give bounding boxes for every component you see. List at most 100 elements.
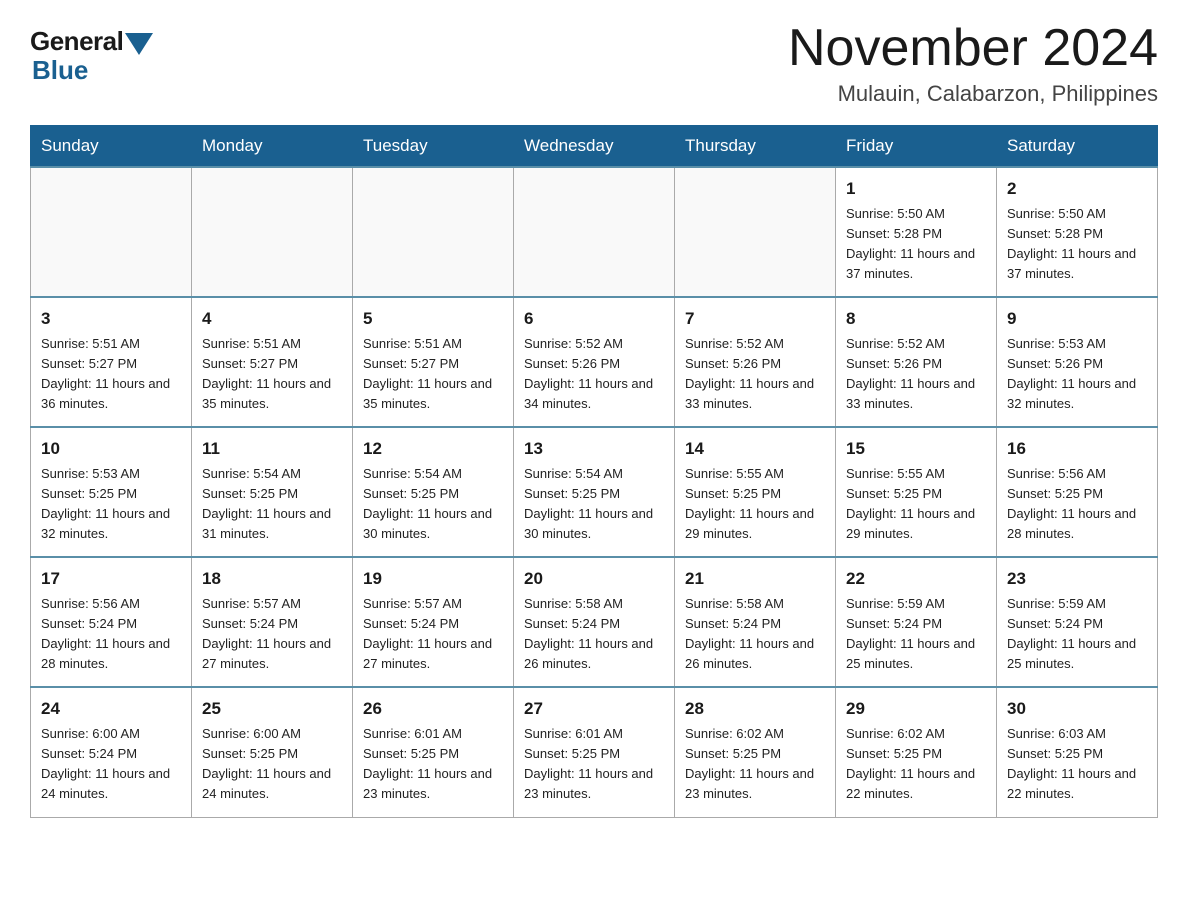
logo-blue-text: Blue [32, 55, 88, 86]
day-number: 19 [363, 566, 503, 592]
title-block: November 2024 Mulauin, Calabarzon, Phili… [788, 20, 1158, 107]
day-info: Sunrise: 5:51 AM Sunset: 5:27 PM Dayligh… [41, 334, 181, 415]
day-number: 20 [524, 566, 664, 592]
calendar-cell [31, 167, 192, 297]
day-number: 6 [524, 306, 664, 332]
day-of-week-header: Wednesday [514, 126, 675, 168]
day-number: 24 [41, 696, 181, 722]
day-number: 29 [846, 696, 986, 722]
calendar-title: November 2024 [788, 20, 1158, 77]
calendar-cell: 25Sunrise: 6:00 AM Sunset: 5:25 PM Dayli… [192, 687, 353, 817]
day-info: Sunrise: 5:57 AM Sunset: 5:24 PM Dayligh… [202, 594, 342, 675]
day-number: 17 [41, 566, 181, 592]
day-number: 1 [846, 176, 986, 202]
day-of-week-header: Sunday [31, 126, 192, 168]
day-number: 30 [1007, 696, 1147, 722]
day-info: Sunrise: 5:59 AM Sunset: 5:24 PM Dayligh… [846, 594, 986, 675]
calendar-cell: 2Sunrise: 5:50 AM Sunset: 5:28 PM Daylig… [997, 167, 1158, 297]
day-number: 14 [685, 436, 825, 462]
calendar-cell: 1Sunrise: 5:50 AM Sunset: 5:28 PM Daylig… [836, 167, 997, 297]
day-of-week-header: Tuesday [353, 126, 514, 168]
calendar-cell: 19Sunrise: 5:57 AM Sunset: 5:24 PM Dayli… [353, 557, 514, 687]
calendar-cell: 28Sunrise: 6:02 AM Sunset: 5:25 PM Dayli… [675, 687, 836, 817]
day-info: Sunrise: 6:03 AM Sunset: 5:25 PM Dayligh… [1007, 724, 1147, 805]
calendar-cell: 4Sunrise: 5:51 AM Sunset: 5:27 PM Daylig… [192, 297, 353, 427]
week-row: 1Sunrise: 5:50 AM Sunset: 5:28 PM Daylig… [31, 167, 1158, 297]
calendar-cell: 10Sunrise: 5:53 AM Sunset: 5:25 PM Dayli… [31, 427, 192, 557]
day-info: Sunrise: 5:52 AM Sunset: 5:26 PM Dayligh… [685, 334, 825, 415]
day-info: Sunrise: 5:50 AM Sunset: 5:28 PM Dayligh… [1007, 204, 1147, 285]
day-info: Sunrise: 5:52 AM Sunset: 5:26 PM Dayligh… [524, 334, 664, 415]
day-number: 5 [363, 306, 503, 332]
day-info: Sunrise: 5:55 AM Sunset: 5:25 PM Dayligh… [685, 464, 825, 545]
calendar-cell: 20Sunrise: 5:58 AM Sunset: 5:24 PM Dayli… [514, 557, 675, 687]
day-number: 18 [202, 566, 342, 592]
calendar-cell: 26Sunrise: 6:01 AM Sunset: 5:25 PM Dayli… [353, 687, 514, 817]
day-number: 23 [1007, 566, 1147, 592]
calendar-cell: 8Sunrise: 5:52 AM Sunset: 5:26 PM Daylig… [836, 297, 997, 427]
calendar-cell: 5Sunrise: 5:51 AM Sunset: 5:27 PM Daylig… [353, 297, 514, 427]
week-row: 17Sunrise: 5:56 AM Sunset: 5:24 PM Dayli… [31, 557, 1158, 687]
day-info: Sunrise: 6:01 AM Sunset: 5:25 PM Dayligh… [524, 724, 664, 805]
calendar-cell: 7Sunrise: 5:52 AM Sunset: 5:26 PM Daylig… [675, 297, 836, 427]
day-info: Sunrise: 5:54 AM Sunset: 5:25 PM Dayligh… [524, 464, 664, 545]
week-row: 24Sunrise: 6:00 AM Sunset: 5:24 PM Dayli… [31, 687, 1158, 817]
calendar-cell: 13Sunrise: 5:54 AM Sunset: 5:25 PM Dayli… [514, 427, 675, 557]
calendar-cell: 21Sunrise: 5:58 AM Sunset: 5:24 PM Dayli… [675, 557, 836, 687]
day-info: Sunrise: 6:02 AM Sunset: 5:25 PM Dayligh… [685, 724, 825, 805]
day-info: Sunrise: 6:00 AM Sunset: 5:25 PM Dayligh… [202, 724, 342, 805]
day-info: Sunrise: 5:54 AM Sunset: 5:25 PM Dayligh… [202, 464, 342, 545]
day-info: Sunrise: 5:53 AM Sunset: 5:25 PM Dayligh… [41, 464, 181, 545]
day-info: Sunrise: 5:56 AM Sunset: 5:24 PM Dayligh… [41, 594, 181, 675]
day-number: 9 [1007, 306, 1147, 332]
day-number: 10 [41, 436, 181, 462]
day-info: Sunrise: 6:02 AM Sunset: 5:25 PM Dayligh… [846, 724, 986, 805]
calendar-cell: 12Sunrise: 5:54 AM Sunset: 5:25 PM Dayli… [353, 427, 514, 557]
calendar-table: SundayMondayTuesdayWednesdayThursdayFrid… [30, 125, 1158, 817]
logo-general-text: General [30, 26, 123, 57]
calendar-cell: 14Sunrise: 5:55 AM Sunset: 5:25 PM Dayli… [675, 427, 836, 557]
day-info: Sunrise: 5:54 AM Sunset: 5:25 PM Dayligh… [363, 464, 503, 545]
logo: General Blue [30, 20, 153, 86]
day-number: 7 [685, 306, 825, 332]
week-row: 10Sunrise: 5:53 AM Sunset: 5:25 PM Dayli… [31, 427, 1158, 557]
calendar-cell [514, 167, 675, 297]
calendar-cell: 15Sunrise: 5:55 AM Sunset: 5:25 PM Dayli… [836, 427, 997, 557]
day-number: 27 [524, 696, 664, 722]
day-info: Sunrise: 5:57 AM Sunset: 5:24 PM Dayligh… [363, 594, 503, 675]
day-number: 3 [41, 306, 181, 332]
day-number: 2 [1007, 176, 1147, 202]
day-of-week-header: Friday [836, 126, 997, 168]
calendar-cell: 16Sunrise: 5:56 AM Sunset: 5:25 PM Dayli… [997, 427, 1158, 557]
day-info: Sunrise: 5:51 AM Sunset: 5:27 PM Dayligh… [202, 334, 342, 415]
calendar-location: Mulauin, Calabarzon, Philippines [788, 81, 1158, 107]
calendar-cell: 3Sunrise: 5:51 AM Sunset: 5:27 PM Daylig… [31, 297, 192, 427]
calendar-cell: 29Sunrise: 6:02 AM Sunset: 5:25 PM Dayli… [836, 687, 997, 817]
day-number: 11 [202, 436, 342, 462]
day-info: Sunrise: 5:51 AM Sunset: 5:27 PM Dayligh… [363, 334, 503, 415]
day-number: 8 [846, 306, 986, 332]
day-number: 4 [202, 306, 342, 332]
day-info: Sunrise: 6:00 AM Sunset: 5:24 PM Dayligh… [41, 724, 181, 805]
day-info: Sunrise: 5:53 AM Sunset: 5:26 PM Dayligh… [1007, 334, 1147, 415]
calendar-cell: 6Sunrise: 5:52 AM Sunset: 5:26 PM Daylig… [514, 297, 675, 427]
calendar-cell: 24Sunrise: 6:00 AM Sunset: 5:24 PM Dayli… [31, 687, 192, 817]
day-number: 26 [363, 696, 503, 722]
day-number: 22 [846, 566, 986, 592]
day-number: 21 [685, 566, 825, 592]
day-info: Sunrise: 5:58 AM Sunset: 5:24 PM Dayligh… [524, 594, 664, 675]
day-info: Sunrise: 5:50 AM Sunset: 5:28 PM Dayligh… [846, 204, 986, 285]
day-info: Sunrise: 5:55 AM Sunset: 5:25 PM Dayligh… [846, 464, 986, 545]
day-number: 13 [524, 436, 664, 462]
day-number: 16 [1007, 436, 1147, 462]
day-of-week-header: Monday [192, 126, 353, 168]
day-info: Sunrise: 5:52 AM Sunset: 5:26 PM Dayligh… [846, 334, 986, 415]
calendar-cell: 17Sunrise: 5:56 AM Sunset: 5:24 PM Dayli… [31, 557, 192, 687]
day-of-week-header: Saturday [997, 126, 1158, 168]
day-info: Sunrise: 5:56 AM Sunset: 5:25 PM Dayligh… [1007, 464, 1147, 545]
day-info: Sunrise: 6:01 AM Sunset: 5:25 PM Dayligh… [363, 724, 503, 805]
calendar-cell: 22Sunrise: 5:59 AM Sunset: 5:24 PM Dayli… [836, 557, 997, 687]
day-number: 15 [846, 436, 986, 462]
day-info: Sunrise: 5:58 AM Sunset: 5:24 PM Dayligh… [685, 594, 825, 675]
calendar-cell: 9Sunrise: 5:53 AM Sunset: 5:26 PM Daylig… [997, 297, 1158, 427]
